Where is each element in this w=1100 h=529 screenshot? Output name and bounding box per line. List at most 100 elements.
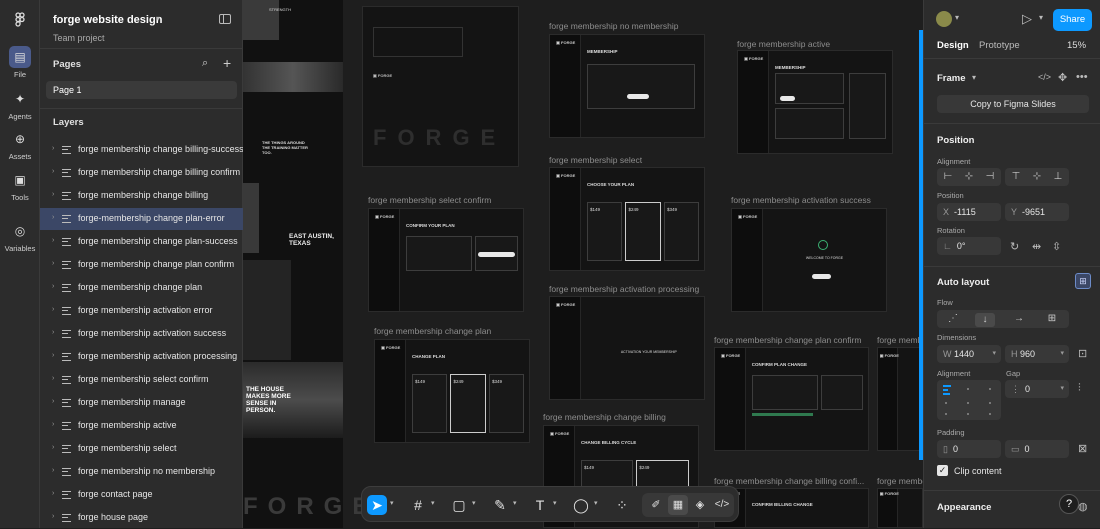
chevron-right-icon[interactable]: ›	[52, 421, 54, 428]
frame-label[interactable]: forge membership no membership	[549, 21, 678, 31]
layer-item[interactable]: › forge contact page	[40, 484, 243, 506]
prototype-mode-icon[interactable]: ◈	[690, 495, 710, 515]
layer-item[interactable]: › forge membership activation processing	[40, 346, 243, 368]
frame-label[interactable]: forge membership activation processing	[549, 284, 699, 294]
frame-label[interactable]: forge membership select confirm	[368, 195, 491, 205]
frame-change-plan-confirm[interactable]: ▣ FORGE CONFIRM PLAN CHANGE	[714, 347, 869, 451]
tab-prototype[interactable]: Prototype	[979, 40, 1020, 51]
shape-tool-icon[interactable]: ▢	[449, 495, 469, 515]
y-field[interactable]: Y -9651	[1005, 203, 1069, 221]
frame-label[interactable]: forge membe	[877, 476, 923, 486]
flow-vertical-icon[interactable]: ↓	[975, 313, 995, 327]
chevron-right-icon[interactable]: ›	[52, 168, 54, 175]
layer-item[interactable]: › forge membership change plan-success	[40, 231, 243, 253]
chevron-right-icon[interactable]: ›	[52, 306, 54, 313]
rail-variables-button[interactable]: ◎ Variables	[0, 220, 40, 253]
auto-layout-toggle-icon[interactable]: ⊞	[1075, 273, 1091, 289]
footer-frame[interactable]: ▣ FORGE FORGE	[362, 6, 519, 167]
frame-label[interactable]: forge membe	[877, 335, 923, 345]
present-icon[interactable]: ▷	[1022, 11, 1032, 27]
chevron-down-icon[interactable]: ▾	[431, 499, 435, 507]
chevron-down-icon[interactable]: ▾	[1060, 349, 1064, 357]
chevron-down-icon[interactable]: ▾	[992, 349, 996, 357]
add-page-icon[interactable]: +	[223, 55, 231, 71]
chevron-right-icon[interactable]: ›	[52, 214, 54, 221]
team-label[interactable]: Team project	[53, 33, 105, 43]
chevron-right-icon[interactable]: ›	[52, 398, 54, 405]
canvas[interactable]: STRENGTH THE THINGS AROUND THE TRAINING …	[243, 0, 923, 528]
layer-item[interactable]: › forge membership select confirm	[40, 369, 243, 391]
zoom-level[interactable]: 15%	[1067, 40, 1086, 51]
chevron-right-icon[interactable]: ›	[52, 191, 54, 198]
frame-label[interactable]: forge membership change billing confi...	[714, 476, 864, 486]
figma-logo-icon[interactable]	[12, 12, 28, 28]
chevron-right-icon[interactable]: ›	[52, 283, 54, 290]
advanced-settings-icon[interactable]: ⫶	[1078, 382, 1081, 395]
individual-padding-icon[interactable]: ⊠	[1078, 442, 1087, 455]
frame-activation-processing[interactable]: ▣ FORGE ACTIVATION YOUR MEMBERSHIP	[549, 296, 705, 400]
draw-mode-icon[interactable]: ✐	[646, 495, 666, 515]
width-field[interactable]: W 1440 ▾	[937, 345, 1001, 363]
component-icon[interactable]: ✥	[1058, 71, 1067, 84]
flip-vertical-icon[interactable]: ⇳	[1052, 240, 1061, 253]
website-page-frame[interactable]: STRENGTH THE THINGS AROUND THE TRAINING …	[243, 0, 368, 528]
clip-content-checkbox[interactable]: ✓	[937, 465, 948, 476]
frame-label[interactable]: forge membership change plan confirm	[714, 335, 861, 345]
frame-label[interactable]: forge membership change billing	[543, 412, 666, 422]
flow-grid-icon[interactable]: ⊞	[1042, 313, 1062, 324]
align-center-h-icon[interactable]: ⊹	[959, 171, 979, 182]
chevron-right-icon[interactable]: ›	[52, 375, 54, 382]
chevron-right-icon[interactable]: ›	[52, 444, 54, 451]
padding-vertical-field[interactable]: ▭ 0	[1005, 440, 1069, 458]
chevron-down-icon[interactable]: ▾	[472, 499, 476, 507]
layer-item[interactable]: › forge-membership change plan-error	[40, 208, 243, 230]
chevron-right-icon[interactable]: ›	[52, 260, 54, 267]
chevron-right-icon[interactable]: ›	[52, 329, 54, 336]
x-field[interactable]: X -1115	[937, 203, 1001, 221]
chevron-right-icon[interactable]: ›	[52, 145, 54, 152]
layer-item[interactable]: › forge membership no membership	[40, 461, 243, 483]
rail-agents-button[interactable]: ✦ Agents	[0, 88, 40, 121]
chevron-right-icon[interactable]: ›	[52, 352, 54, 359]
comment-tool-icon[interactable]: ◯	[571, 495, 591, 515]
layer-item[interactable]: › forge house page	[40, 507, 243, 529]
actions-tool-icon[interactable]: ⁘	[612, 495, 632, 515]
chevron-down-icon[interactable]: ▾	[390, 499, 394, 507]
search-icon[interactable]: ⌕	[202, 57, 208, 70]
layer-item[interactable]: › forge membership change billing confirm	[40, 162, 243, 184]
frame-clipped[interactable]: ▣ FORGE	[877, 488, 923, 528]
chevron-right-icon[interactable]: ›	[52, 467, 54, 474]
frame-select-confirm[interactable]: ▣ FORGE CONFIRM YOUR PLAN	[368, 208, 524, 312]
height-field[interactable]: H 960 ▾	[1005, 345, 1069, 363]
layer-item[interactable]: › forge membership change billing	[40, 185, 243, 207]
layer-item[interactable]: › forge membership change billing-success	[40, 139, 244, 161]
chevron-right-icon[interactable]: ›	[52, 237, 54, 244]
share-button[interactable]: Share	[1053, 9, 1092, 31]
pen-tool-icon[interactable]: ✎	[490, 495, 510, 515]
layer-item[interactable]: › forge membership change plan	[40, 277, 243, 299]
chevron-down-icon[interactable]: ▾	[513, 499, 517, 507]
resize-icon[interactable]: ⊡	[1078, 347, 1087, 360]
chevron-down-icon[interactable]: ▾	[1039, 13, 1043, 22]
chevron-down-icon[interactable]: ▾	[156, 14, 160, 23]
tab-design[interactable]: Design	[937, 40, 969, 51]
layer-item[interactable]: › forge membership active	[40, 415, 243, 437]
frame-label[interactable]: forge membership active	[737, 39, 830, 49]
more-icon[interactable]: •••	[1076, 71, 1088, 83]
chevron-right-icon[interactable]: ›	[52, 490, 54, 497]
frame-no-membership[interactable]: ▣ FORGE MEMBERSHIP	[549, 34, 705, 138]
frame-clipped[interactable]: ▣ FORGE	[877, 347, 923, 451]
design-mode-icon[interactable]: ▦	[668, 495, 688, 515]
layer-item[interactable]: › forge membership change plan confirm	[40, 254, 243, 276]
chevron-down-icon[interactable]: ▾	[1060, 384, 1064, 392]
file-title[interactable]: forge website design	[53, 14, 162, 26]
rotation-field[interactable]: ∟ 0°	[937, 237, 1001, 255]
chevron-down-icon[interactable]: ▾	[955, 13, 959, 22]
layer-item[interactable]: › forge membership select	[40, 438, 243, 460]
padding-horizontal-field[interactable]: ▯ 0	[937, 440, 1001, 458]
flip-horizontal-icon[interactable]: ⇹	[1032, 240, 1041, 253]
layer-item[interactable]: › forge membership activation error	[40, 300, 243, 322]
chevron-right-icon[interactable]: ›	[52, 513, 54, 520]
rail-tools-button[interactable]: ▣ Tools	[0, 169, 40, 202]
align-left-icon[interactable]: ⊢	[938, 171, 958, 182]
